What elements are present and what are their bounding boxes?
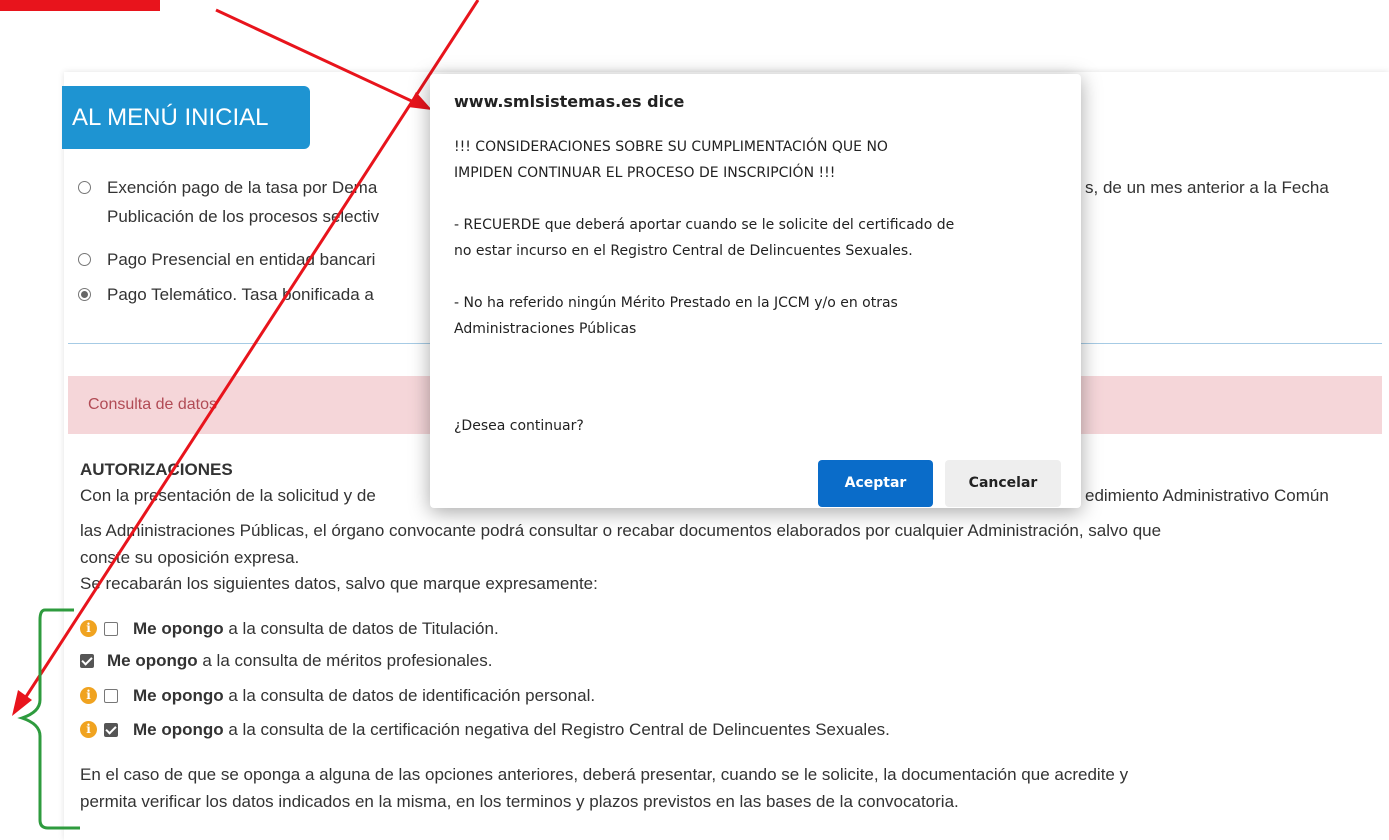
footer-text-line1: En el caso de que se oponga a alguna de … — [80, 765, 1129, 784]
checkbox-identificacion[interactable] — [104, 689, 118, 703]
dialog-para3-line1: - No ha referido ningún Mérito Prestado … — [454, 295, 898, 311]
oppose-identificacion-label: Me opongo a la consulta de datos de iden… — [133, 686, 596, 705]
oppose-titulacion-label: Me opongo a la consulta de datos de Titu… — [133, 619, 499, 638]
autorizaciones-heading: AUTORIZACIONES — [80, 460, 233, 479]
dialog-title: www.smlsistemas.es dice — [454, 92, 685, 111]
checkbox-titulacion[interactable] — [104, 622, 118, 636]
accept-button[interactable]: Aceptar — [818, 460, 933, 507]
oppose-meritos-label: Me opongo a la consulta de méritos profe… — [107, 651, 493, 670]
option-exencion-label: Exención pago de la tasa por Dema — [107, 178, 378, 197]
dialog-question: ¿Desea continuar? — [454, 418, 584, 434]
autorizaciones-text-line3: conste su oposición expresa. — [80, 548, 300, 567]
autorizaciones-text-line2: las Administraciones Públicas, el órgano… — [80, 521, 1162, 540]
dialog-para1-line2: IMPIDEN CONTINUAR EL PROCESO DE INSCRIPC… — [454, 165, 836, 181]
dialog-para2-line1: - RECUERDE que deberá aportar cuando se … — [454, 217, 955, 233]
footer-text-line2: permita verificar los datos indicados en… — [80, 792, 959, 811]
checkbox-meritos[interactable] — [80, 654, 94, 668]
dialog-message: !!! CONSIDERACIONES SOBRE SU CUMPLIMENTA… — [454, 134, 1014, 368]
option-pago-presencial-label: Pago Presencial en entidad bancari — [107, 250, 376, 269]
radio-pago-presencial[interactable] — [78, 253, 91, 266]
red-arrowhead-options — [12, 690, 32, 716]
option-exencion-label-line2: Publicación de los procesos selectiv — [107, 207, 380, 226]
checkbox-delincuentes-sexuales[interactable] — [104, 723, 118, 737]
info-icon[interactable]: i — [80, 687, 97, 704]
autorizaciones-text-line4: Se recabarán los siguientes datos, salvo… — [80, 574, 598, 593]
option-pago-telematico-label: Pago Telemático. Tasa bonificada a — [107, 285, 374, 304]
autorizaciones-text-line1-right: edimiento Administrativo Común — [1085, 486, 1329, 505]
info-icon[interactable]: i — [80, 721, 97, 738]
option-exencion-label-right: s, de un mes anterior a la Fecha — [1085, 178, 1329, 197]
menu-inicial-button[interactable]: AL MENÚ INICIAL — [62, 86, 310, 149]
info-icon[interactable]: i — [80, 620, 97, 637]
radio-exencion[interactable] — [78, 181, 91, 194]
cancel-button[interactable]: Cancelar — [945, 460, 1061, 507]
dialog-para2-line2: no estar incurso en el Registro Central … — [454, 243, 913, 259]
dialog-para3-line2: Administraciones Públicas — [454, 321, 637, 337]
dialog-para1-line1: !!! CONSIDERACIONES SOBRE SU CUMPLIMENTA… — [454, 139, 888, 155]
red-highlight-bar — [0, 0, 160, 11]
autorizaciones-text-line1: Con la presentación de la solicitud y de — [80, 486, 376, 505]
radio-pago-telematico[interactable] — [78, 288, 91, 301]
oppose-delincuentes-label: Me opongo a la consulta de la certificac… — [133, 720, 890, 739]
confirm-dialog: www.smlsistemas.es dice !!! CONSIDERACIO… — [430, 74, 1081, 508]
